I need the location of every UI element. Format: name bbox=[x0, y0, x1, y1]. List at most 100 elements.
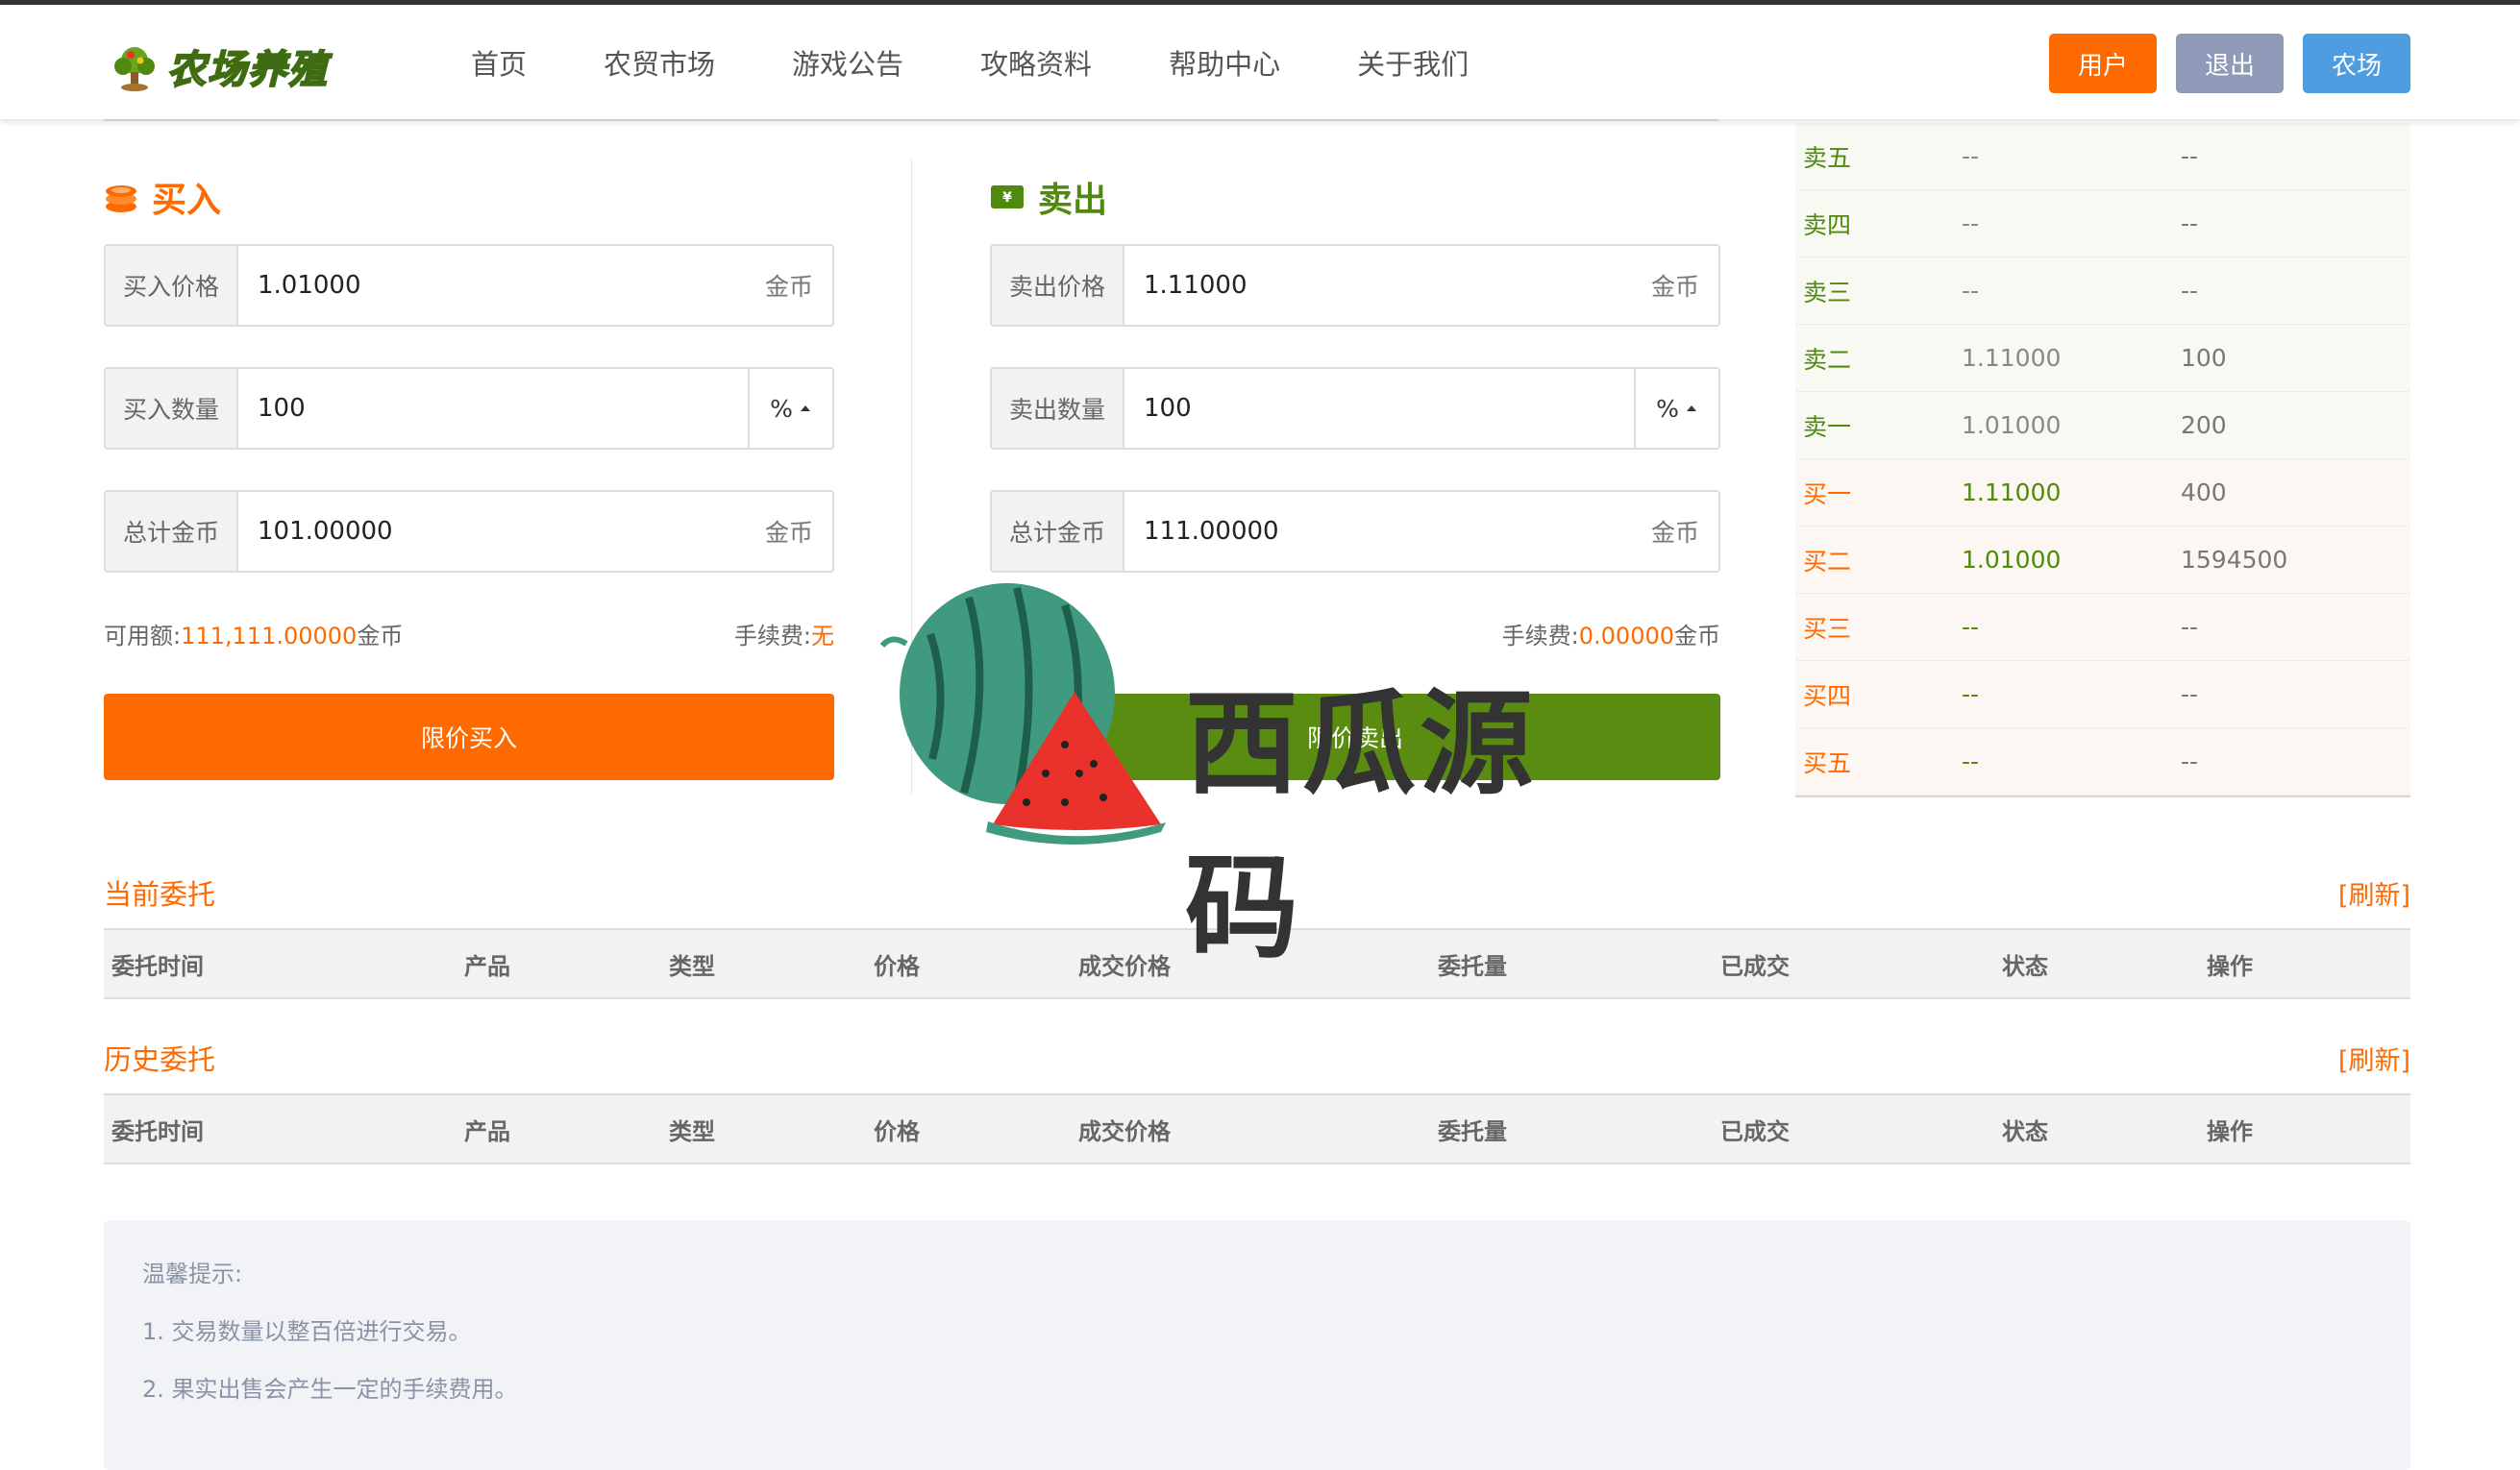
book-qty: 100 bbox=[2181, 344, 2227, 372]
buy-qty-field: 买入数量 100 % bbox=[104, 367, 834, 450]
nav-guides[interactable]: 攻略资料 bbox=[980, 42, 1092, 83]
book-label: 买四 bbox=[1803, 681, 1852, 710]
col-status: 状态 bbox=[2002, 1117, 2048, 1145]
sell-fee-unit: 金币 bbox=[1674, 623, 1720, 649]
book-price: -- bbox=[1962, 142, 1980, 170]
logout-button[interactable]: 退出 bbox=[2176, 34, 2284, 93]
tip-item: 2. 果实出售会产生一定的手续费用。 bbox=[142, 1376, 518, 1403]
sell-total-label: 总计金币 bbox=[992, 492, 1124, 571]
buy-title-text: 买入 bbox=[152, 181, 222, 220]
history-orders-refresh[interactable]: [刷新] bbox=[2338, 1040, 2410, 1077]
book-qty: -- bbox=[2181, 680, 2199, 708]
panel-divider bbox=[911, 159, 912, 795]
col-filled: 已成交 bbox=[1720, 1117, 1790, 1145]
history-orders-title: 历史委托 bbox=[104, 1043, 216, 1076]
nav-help[interactable]: 帮助中心 bbox=[1169, 42, 1280, 83]
col-deal-price: 成交价格 bbox=[1078, 1117, 1171, 1145]
book-price: -- bbox=[1962, 613, 1980, 641]
col-deal-price: 成交价格 bbox=[1078, 952, 1171, 980]
history-orders-header: 历史委托 [刷新] bbox=[104, 1034, 2410, 1082]
sell-fee: 手续费:0.00000金币 bbox=[1501, 617, 1720, 649]
sell-qty-field: 卖出数量 100 % bbox=[990, 367, 1720, 450]
buy-total-input[interactable]: 101.00000 bbox=[238, 492, 746, 571]
buy-total-label: 总计金币 bbox=[106, 492, 238, 571]
divider bbox=[104, 119, 1718, 121]
book-qty: -- bbox=[2181, 613, 2199, 641]
book-qty: -- bbox=[2181, 142, 2199, 170]
nav-market[interactable]: 农贸市场 bbox=[604, 42, 715, 83]
buy-price-label: 买入价格 bbox=[106, 246, 238, 325]
book-label: 卖三 bbox=[1803, 278, 1852, 306]
buy-fee-label: 手续费: bbox=[733, 623, 811, 649]
book-row: 卖一 1.01000 200 bbox=[1795, 392, 2410, 459]
buy-info: 可用额:111,111.00000金币 手续费:无 bbox=[104, 617, 834, 649]
col-type: 类型 bbox=[669, 1117, 715, 1145]
sell-price-input[interactable]: 1.11000 bbox=[1124, 246, 1632, 325]
sell-total-unit: 金币 bbox=[1650, 519, 1699, 547]
sell-panel: ¥ 卖出 卖出价格 1.11000 金币 卖出数量 100 % 总计金币 111… bbox=[990, 163, 1720, 780]
plant-icon bbox=[114, 47, 155, 91]
book-row: 买三 -- -- bbox=[1795, 594, 2410, 661]
buy-title: 买入 bbox=[104, 163, 834, 231]
buy-qty-input[interactable]: 100 bbox=[238, 369, 748, 448]
book-label: 买一 bbox=[1803, 479, 1852, 508]
tips-box: 温馨提示: 1. 交易数量以整百倍进行交易。 2. 果实出售会产生一定的手续费用… bbox=[104, 1220, 2410, 1470]
book-row: 卖二 1.11000 100 bbox=[1795, 325, 2410, 392]
buy-qty-percent-dropdown[interactable]: % bbox=[748, 369, 832, 448]
sell-qty-percent-dropdown[interactable]: % bbox=[1634, 369, 1718, 448]
buy-qty-percent-label: % bbox=[770, 394, 793, 423]
limit-buy-button[interactable]: 限价买入 bbox=[104, 694, 834, 780]
farm-button[interactable]: 农场 bbox=[2303, 34, 2410, 93]
book-price: -- bbox=[1962, 680, 1980, 708]
col-price: 价格 bbox=[874, 952, 920, 980]
col-order-time: 委托时间 bbox=[111, 952, 204, 980]
tip-item: 1. 交易数量以整百倍进行交易。 bbox=[142, 1318, 472, 1345]
col-filled: 已成交 bbox=[1720, 952, 1790, 980]
nav-about[interactable]: 关于我们 bbox=[1357, 42, 1469, 83]
sell-qty-label: 卖出数量 bbox=[992, 369, 1124, 448]
buy-total-field: 总计金币 101.00000 金币 bbox=[104, 490, 834, 573]
current-orders-title: 当前委托 bbox=[104, 878, 216, 911]
book-price: 1.11000 bbox=[1962, 478, 2062, 506]
limit-sell-button[interactable]: 限价卖出 bbox=[990, 694, 1720, 780]
sell-fee-value: 0.00000 bbox=[1578, 623, 1674, 649]
sell-fee-label: 手续费: bbox=[1501, 623, 1579, 649]
history-orders-table-header: 委托时间 产品 类型 价格 成交价格 委托量 已成交 状态 操作 bbox=[104, 1093, 2410, 1164]
logo[interactable]: 农场养殖 bbox=[108, 37, 329, 95]
main-nav: 首页 农贸市场 游戏公告 攻略资料 帮助中心 关于我们 bbox=[432, 5, 1507, 119]
book-qty: 1594500 bbox=[2181, 546, 2288, 574]
col-price: 价格 bbox=[874, 1117, 920, 1145]
sell-title-text: 卖出 bbox=[1038, 181, 1108, 220]
buy-price-input[interactable]: 1.01000 bbox=[238, 246, 746, 325]
nav-announcements[interactable]: 游戏公告 bbox=[792, 42, 903, 83]
sell-price-field: 卖出价格 1.11000 金币 bbox=[990, 244, 1720, 327]
caret-up-icon bbox=[800, 405, 810, 411]
user-button[interactable]: 用户 bbox=[2049, 34, 2157, 93]
header: 农场养殖 首页 农贸市场 游戏公告 攻略资料 帮助中心 关于我们 用户 退出 农… bbox=[0, 5, 2520, 119]
sell-total-input[interactable]: 111.00000 bbox=[1124, 492, 1632, 571]
book-row: 卖三 -- -- bbox=[1795, 257, 2410, 325]
col-action: 操作 bbox=[2207, 1117, 2253, 1145]
book-label: 卖四 bbox=[1803, 210, 1852, 239]
book-label: 卖二 bbox=[1803, 345, 1852, 374]
col-action: 操作 bbox=[2207, 952, 2253, 980]
buy-total-unit: 金币 bbox=[764, 519, 813, 547]
book-label: 买三 bbox=[1803, 614, 1852, 643]
col-order-qty: 委托量 bbox=[1438, 1117, 1507, 1145]
svg-text:¥: ¥ bbox=[1002, 190, 1012, 206]
book-qty: 200 bbox=[2181, 411, 2227, 439]
sell-qty-input[interactable]: 100 bbox=[1124, 369, 1634, 448]
available-value: 111,111.00000 bbox=[181, 623, 358, 649]
nav-home[interactable]: 首页 bbox=[471, 42, 527, 83]
book-qty: 400 bbox=[2181, 478, 2227, 506]
book-row: 买五 -- -- bbox=[1795, 728, 2410, 796]
tips-title: 温馨提示: bbox=[142, 1261, 243, 1287]
current-orders-refresh[interactable]: [刷新] bbox=[2338, 874, 2410, 912]
current-orders-section: 当前委托 [刷新] 委托时间 产品 类型 价格 成交价格 委托量 已成交 状态 … bbox=[104, 869, 2410, 999]
book-qty: -- bbox=[2181, 209, 2199, 237]
buy-price-unit: 金币 bbox=[764, 273, 813, 301]
col-status: 状态 bbox=[2002, 952, 2048, 980]
book-price: 1.01000 bbox=[1962, 411, 2062, 439]
book-qty: -- bbox=[2181, 747, 2199, 775]
book-price: 1.01000 bbox=[1962, 546, 2062, 574]
